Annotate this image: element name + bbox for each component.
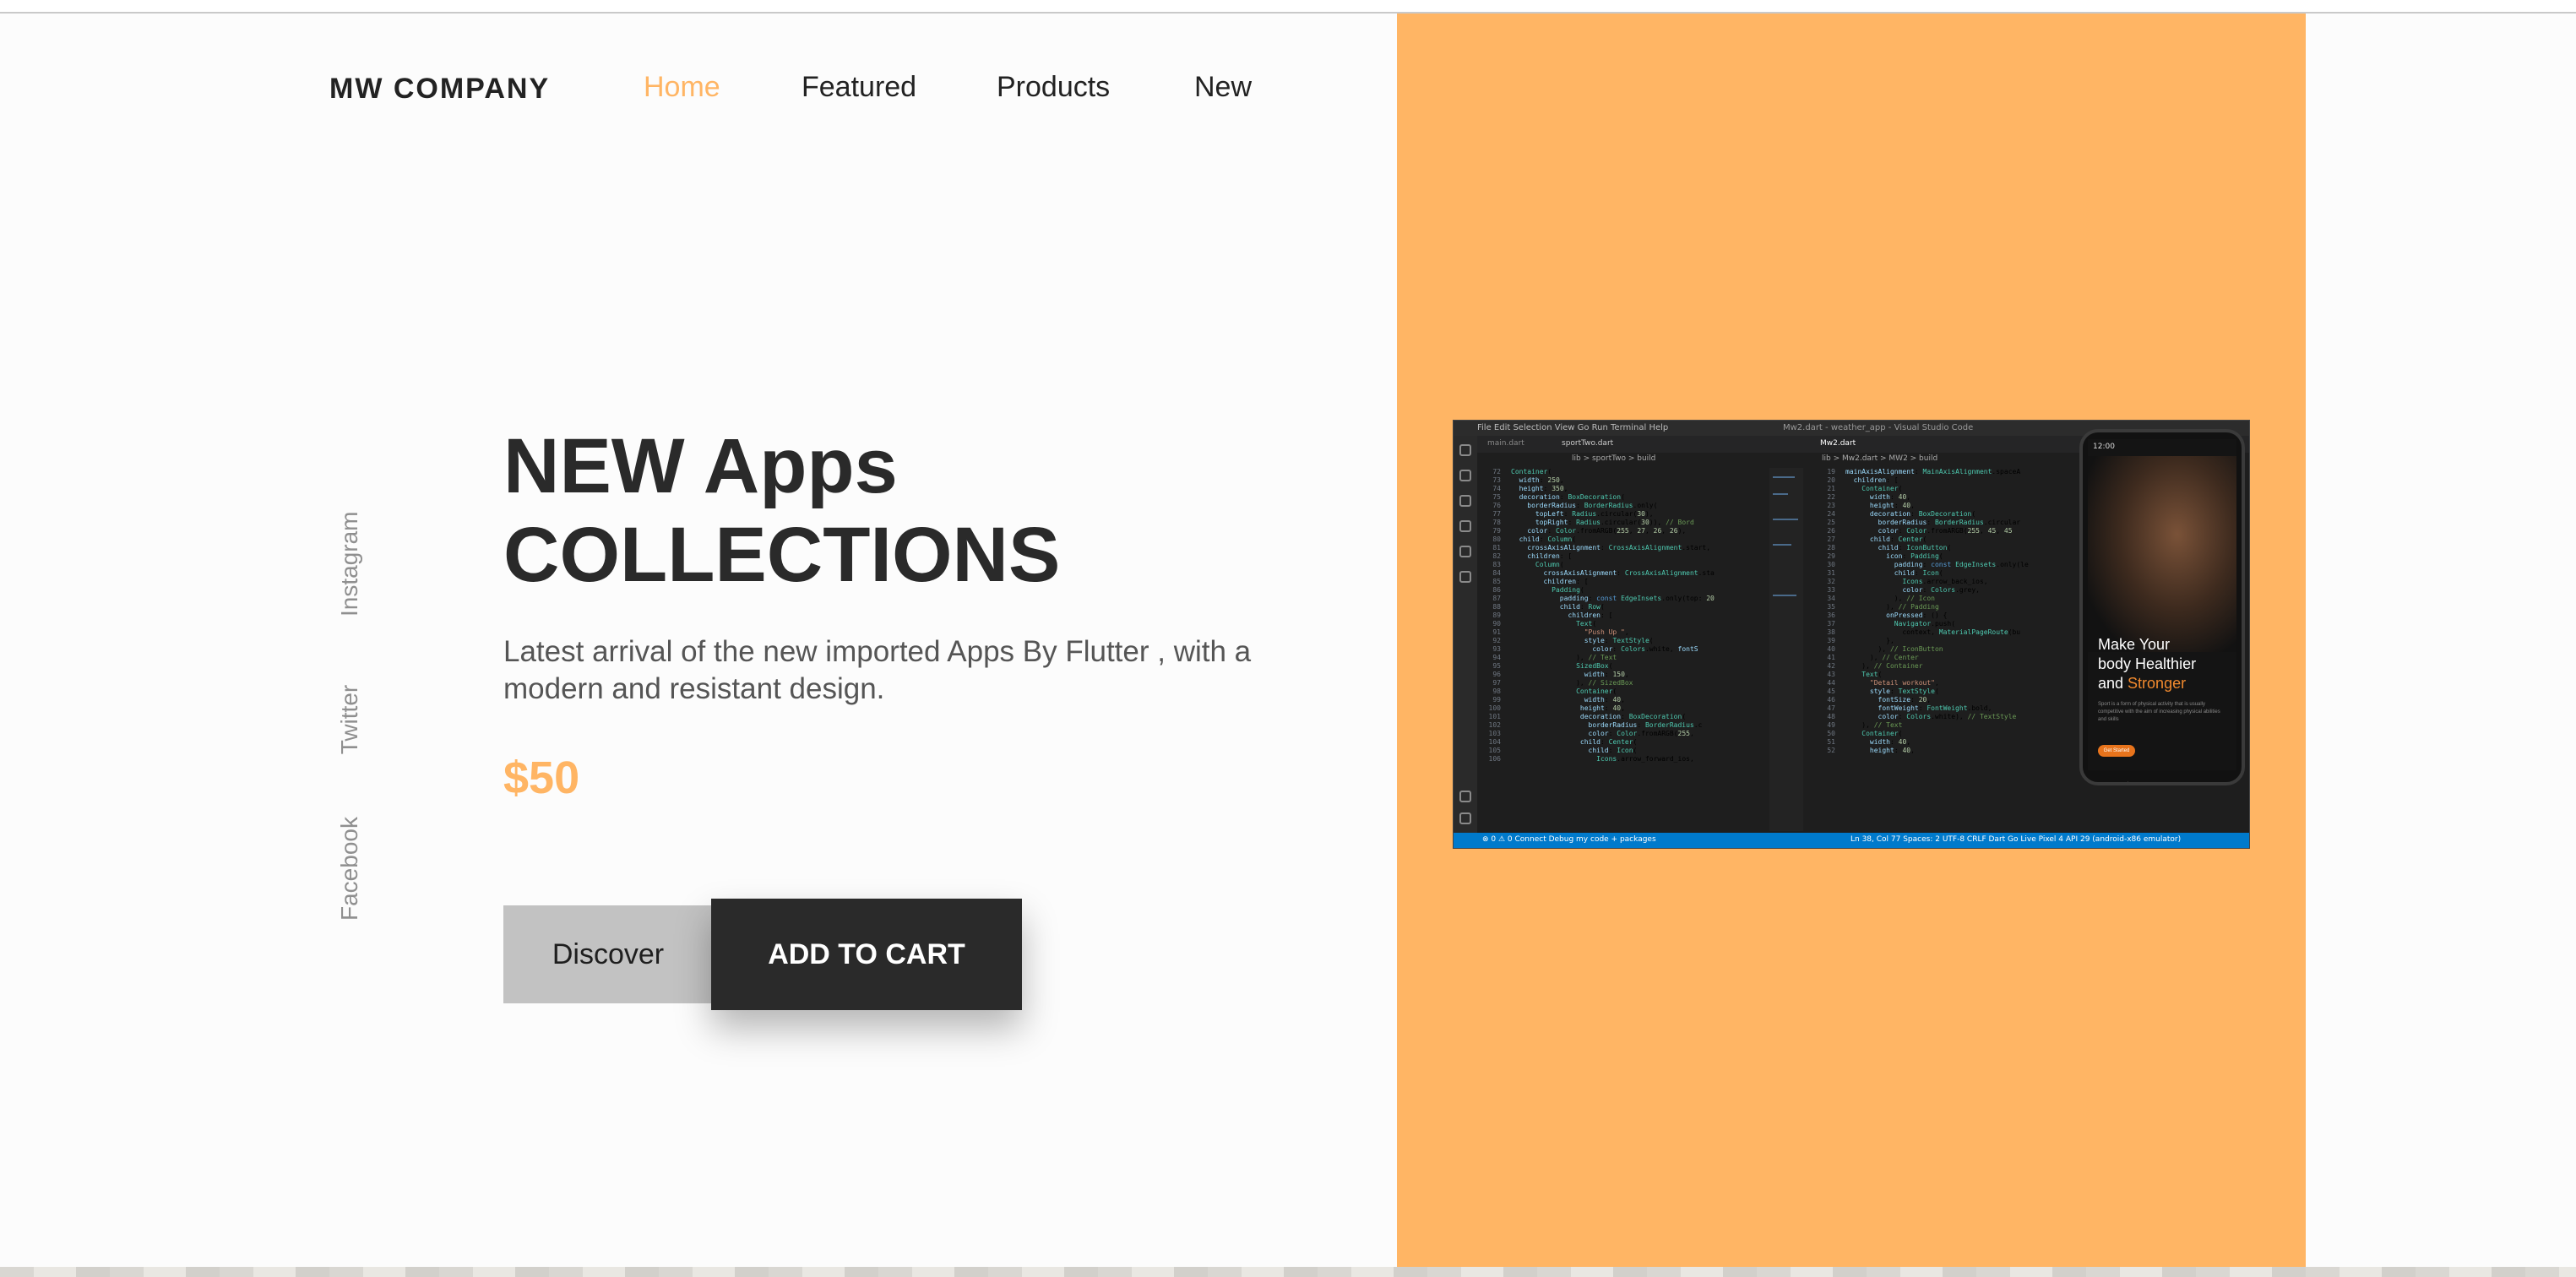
hero-title-line1: NEW Apps	[503, 423, 898, 509]
product-price: $50	[503, 753, 580, 803]
phone-status-time: 12:00	[2093, 443, 2115, 451]
hero-description: Latest arrival of the new imported Apps …	[503, 635, 1252, 705]
phone-headline-highlight: Stronger	[2128, 675, 2187, 692]
test-icon	[1459, 571, 1471, 583]
phone-headline-prefix: and	[2098, 675, 2128, 692]
search-icon	[1459, 470, 1471, 481]
nav-new[interactable]: New	[1194, 71, 1252, 104]
ide-tab-mw2: Mw2.dart	[1820, 439, 1856, 448]
gear-icon	[1459, 812, 1471, 824]
ide-tabs-left: main.dart sportTwo.dart	[1477, 436, 1815, 453]
nav-featured[interactable]: Featured	[802, 71, 916, 104]
phone-headline-line2: body Healthier	[2098, 655, 2197, 672]
account-icon	[1459, 791, 1471, 802]
athlete-photo	[2088, 456, 2236, 652]
phone-headline-line3: and Stronger	[2098, 674, 2233, 693]
nav-home[interactable]: Home	[644, 71, 720, 104]
ide-breadcrumb-left: lib > sportTwo > build	[1572, 454, 1656, 463]
ide-window-title: Mw2.dart - weather_app - Visual Studio C…	[1783, 423, 1974, 432]
discover-button[interactable]: Discover	[503, 905, 713, 1003]
home-icon: ●	[2159, 780, 2165, 785]
code-editor-left: 72 Container( 73 width: 250, 74 height: 3…	[1488, 468, 1715, 763]
explorer-icon	[1459, 444, 1471, 456]
phone-body-text: Sport is a form of physical activity tha…	[2098, 702, 2220, 722]
back-icon: ◀	[2122, 780, 2128, 785]
debug-icon	[1459, 520, 1471, 532]
ide-tab-sporttwo: sportTwo.dart	[1562, 439, 1614, 448]
ide-statusbar: ⊗ 0 ⚠ 0 Connect Debug my code + packages…	[1454, 833, 2249, 848]
recents-icon: ■	[2196, 780, 2202, 785]
ide-activity-bar	[1454, 436, 1477, 834]
hero-title: NEW Apps COLLECTIONS	[503, 422, 1264, 600]
ide-status-left: ⊗ 0 ⚠ 0 Connect Debug my code + packages	[1482, 835, 1656, 844]
social-facebook-link[interactable]: Facebook	[336, 817, 363, 921]
extensions-icon	[1459, 546, 1471, 557]
social-instagram-link[interactable]: Instagram	[336, 512, 363, 617]
phone-nav-bar: ◀ ● ■	[2088, 777, 2236, 785]
nav-products[interactable]: Products	[997, 71, 1110, 104]
phone-headline: Make Your body Healthier and Stronger	[2098, 635, 2233, 693]
code-editor-right: 19 mainAxisAlignment: MainAxisAlignment.s…	[1827, 468, 2029, 754]
phone-get-started-button: Get Started	[2098, 745, 2135, 757]
page-bottom-strip	[0, 1267, 2576, 1277]
phone-screen: 12:00 Make Your body Healthier and Stron…	[2088, 439, 2236, 782]
hero-title-line2: COLLECTIONS	[503, 512, 1061, 598]
ide-menu: File Edit Selection View Go Run Terminal…	[1477, 423, 1669, 432]
ide-tab-main: main.dart	[1487, 439, 1524, 448]
social-twitter-link[interactable]: Twitter	[336, 679, 363, 760]
emulator-phone: 12:00 Make Your body Healthier and Stron…	[2079, 429, 2245, 785]
ide-breadcrumb-right: lib > Mw2.dart > MW2 > build	[1822, 454, 1938, 463]
ide-status-right: Ln 38, Col 77 Spaces: 2 UTF-8 CRLF Dart …	[1850, 835, 2182, 844]
window-top-border	[0, 0, 2576, 14]
phone-headline-line1: Make Your	[2098, 636, 2171, 653]
source-control-icon	[1459, 495, 1471, 507]
minimap-left	[1769, 468, 1803, 831]
add-to-cart-button[interactable]: ADD TO CART	[711, 899, 1022, 1010]
brand-logo[interactable]: MW COMPANY	[329, 73, 550, 106]
